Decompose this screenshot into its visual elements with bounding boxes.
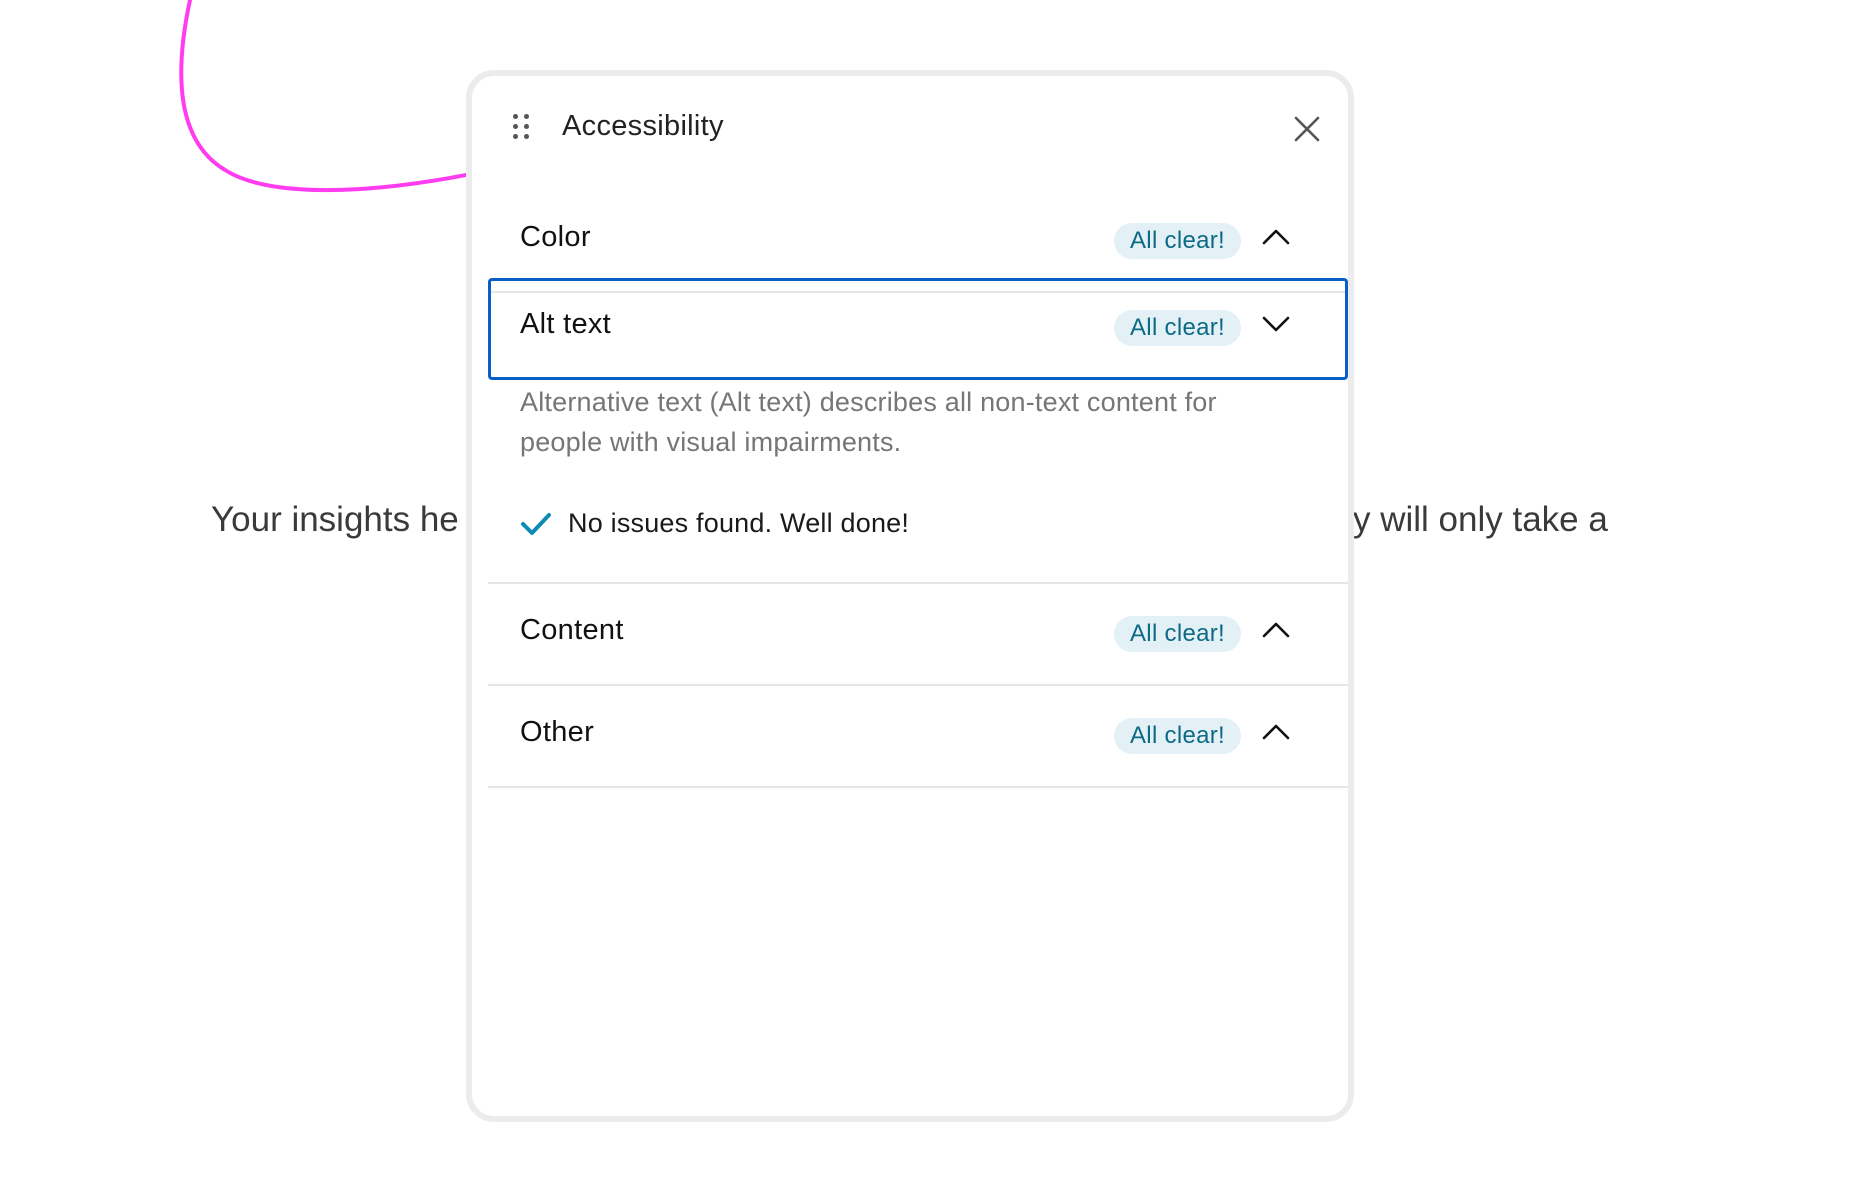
section-label: Content <box>520 614 624 646</box>
close-icon[interactable] <box>1290 112 1324 146</box>
section-label: Other <box>520 716 595 748</box>
chevron-down-icon[interactable] <box>1260 308 1292 340</box>
drag-handle-icon[interactable] <box>513 114 529 140</box>
accessibility-panel: Accessibility Color All clear! Alt text … <box>466 70 1354 1122</box>
chevron-up-icon[interactable] <box>1260 221 1292 253</box>
status-badge: All clear! <box>1114 718 1242 754</box>
background-text-right: y will only take a <box>1353 500 1608 539</box>
alt-text-description: Alternative text (Alt text) describes al… <box>520 387 1217 457</box>
chevron-up-icon[interactable] <box>1260 614 1292 646</box>
section-label: Color <box>520 221 591 253</box>
background-text-left: Your insights he <box>211 500 459 539</box>
section-label: Alt text <box>520 308 612 340</box>
checkmark-icon <box>521 513 551 535</box>
section-alt-text[interactable]: Alt text All clear! <box>488 278 1348 380</box>
panel-header: Accessibility <box>472 76 1348 186</box>
section-other[interactable]: Other All clear! <box>488 686 1348 788</box>
chevron-up-icon[interactable] <box>1260 716 1292 748</box>
status-badge: All clear! <box>1114 223 1242 259</box>
result-message: No issues found. Well done! <box>568 508 910 538</box>
section-content[interactable]: Content All clear! <box>488 584 1348 686</box>
status-badge: All clear! <box>1114 616 1242 652</box>
status-badge: All clear! <box>1114 310 1242 346</box>
panel-title: Accessibility <box>562 110 724 142</box>
